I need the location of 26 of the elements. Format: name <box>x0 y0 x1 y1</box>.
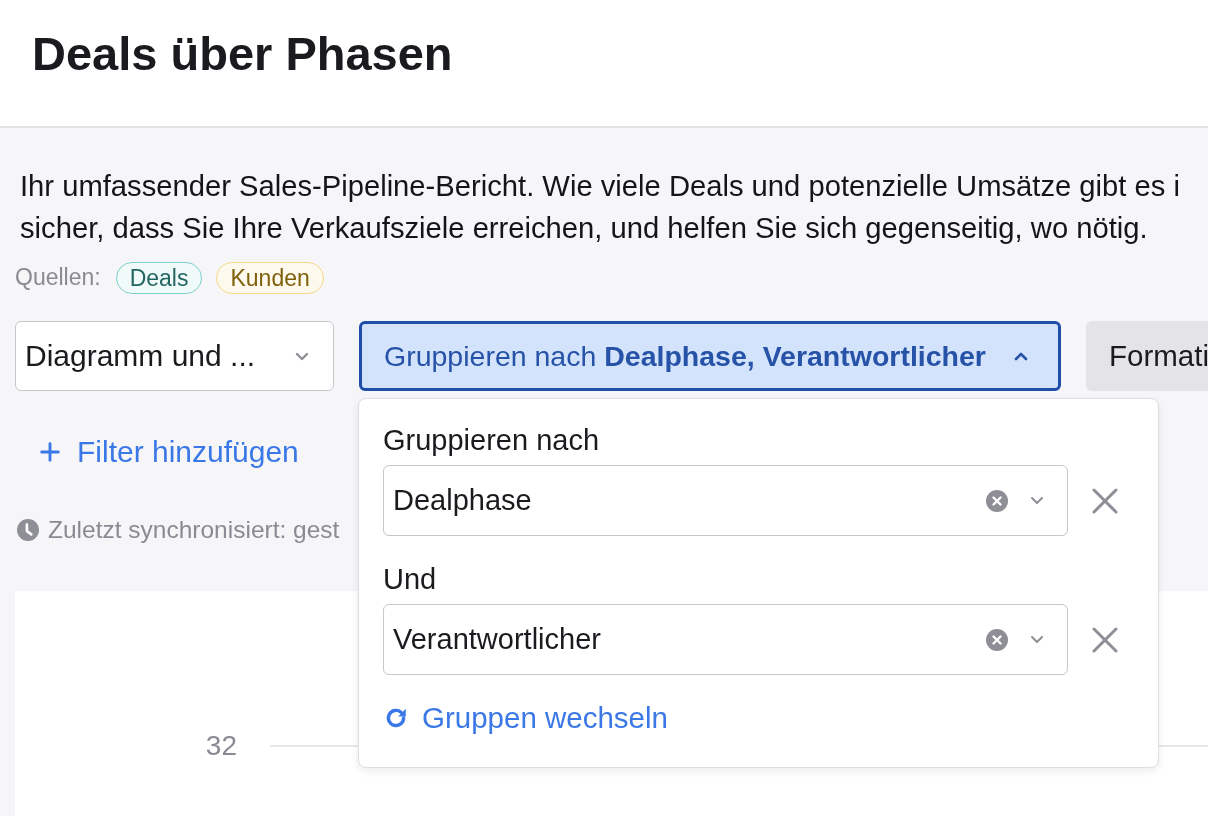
plus-icon <box>40 442 60 462</box>
chevron-down-icon <box>295 351 309 361</box>
source-tag[interactable]: Deals <box>115 261 203 294</box>
close-icon[interactable] <box>1092 487 1118 514</box>
field-label: Gruppieren nach <box>383 425 601 455</box>
axis-label: 32 <box>204 730 237 762</box>
swap-groups-link[interactable]: Gruppen wechseln <box>383 703 668 733</box>
view-select[interactable]: Diagramm und ... <box>15 321 334 391</box>
select-field[interactable]: Dealphase <box>383 465 1068 536</box>
add-filter-link[interactable]: Filter hinzufügen <box>40 432 299 472</box>
report-description: Ihr umfassender Sales-Pipeline-Bericht. Wie viele Deals und potenzielle Umsätze gibt es i sicher, dass Sie Ihre Verkaufsziele erreichen, und helfen Sie sich gegenseitig, wo nötig. <box>20 169 1181 246</box>
clear-icon[interactable] <box>986 489 1008 512</box>
chevron-down-icon <box>1030 496 1044 505</box>
format-button[interactable]: Formati <box>1086 321 1208 391</box>
sync-status: Zuletzt synchronisiert: gest <box>48 516 340 544</box>
select-field[interactable]: Verantwortlicher <box>383 604 1068 675</box>
source-tag[interactable]: Kunden <box>216 261 324 294</box>
clock-icon <box>17 519 39 541</box>
group-by-button[interactable]: Gruppieren nach Dealphase, Verantwortlicher <box>359 321 1061 391</box>
clear-icon[interactable] <box>986 628 1008 651</box>
field-label: Und <box>383 564 438 594</box>
close-icon[interactable] <box>1092 626 1118 653</box>
sources-label: Quellen: <box>15 264 101 291</box>
chevron-up-icon <box>1014 351 1028 361</box>
page-title: Deals über Phasen <box>32 26 453 82</box>
chevron-down-icon <box>1030 635 1044 644</box>
